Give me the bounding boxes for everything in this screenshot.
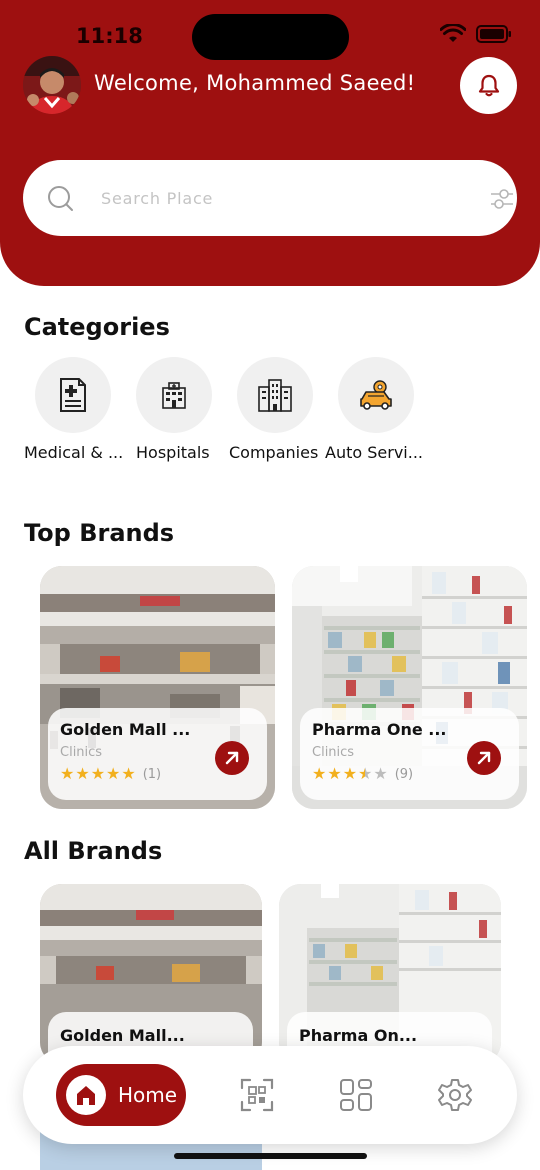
notifications-button[interactable] [460,57,517,114]
filter-sliders-icon[interactable] [489,187,515,211]
star-icon: ★ [106,764,121,783]
brand-name: Pharma One ... [312,720,447,739]
brand-name: Golden Mall ... [60,720,191,739]
star-icon: ★ [60,764,75,783]
status-time: 11:18 [76,24,143,48]
brand-category: Clinics [312,745,355,760]
search-input[interactable] [101,182,441,214]
nav-home[interactable]: Home [56,1064,186,1126]
arrow-up-right-icon [477,751,491,765]
rating: ★ ★ ★ ★ ★ (1) [60,766,161,782]
star-icon: ★ [90,764,106,783]
search-icon [48,186,73,211]
top-brand-card-pharma-one[interactable]: Pharma One ... Clinics ★ ★ ★ ★ ★ (9) [292,566,527,809]
category-companies[interactable] [237,357,313,433]
status-icons [440,24,512,44]
category-label-auto-services: Auto Servi... [325,443,423,462]
home-icon [77,1086,95,1105]
categories-title: Categories [24,313,170,341]
review-count: (1) [142,766,162,782]
category-auto-services[interactable] [338,357,414,433]
category-label-medical: Medical & ... [24,443,124,462]
nav-home-label: Home [118,1083,178,1107]
category-medical[interactable] [35,357,111,433]
bell-icon [478,74,499,96]
top-brand-card-golden-mall[interactable]: Golden Mall ... Clinics ★ ★ ★ ★ ★ (1) [40,566,275,809]
dynamic-island [192,14,349,60]
category-hospitals[interactable] [136,357,212,433]
companies-building-icon [258,379,292,412]
star-icon: ★ [121,764,136,783]
all-brand-card-pharma-one[interactable]: Pharma On... [279,884,501,1064]
settings-gear-icon[interactable] [437,1077,473,1113]
all-brand-card-golden-mall[interactable]: Golden Mall... [40,884,262,1064]
car-service-icon [360,380,392,410]
star-icon: ★ [312,764,327,783]
grid-icon[interactable] [338,1077,374,1113]
hospital-building-icon [162,382,186,409]
battery-icon [476,25,511,43]
medical-document-icon [60,378,86,412]
avatar-photo [23,56,81,114]
bottom-nav: Home [23,1046,517,1144]
open-brand-button[interactable] [467,741,501,775]
avatar[interactable] [23,56,81,114]
category-label-hospitals: Hospitals [136,443,210,462]
top-brands-title: Top Brands [24,519,175,547]
review-count: (9) [394,766,414,782]
arrow-up-right-icon [225,751,239,765]
qr-scan-icon[interactable] [239,1077,275,1113]
category-label-companies: Companies [229,443,319,462]
home-indicator [174,1153,367,1159]
brand-name: Golden Mall... [60,1026,185,1045]
wifi-icon [440,24,466,42]
home-icon-circle [66,1075,106,1115]
star-icon: ★ [342,764,358,783]
brand-name: Pharma On... [299,1026,418,1045]
open-brand-button[interactable] [215,741,249,775]
rating: ★ ★ ★ ★ ★ (9) [312,766,413,782]
half-star-icon: ★ [358,764,373,783]
search-bar[interactable] [23,160,517,236]
star-icon: ★ [373,764,388,783]
star-icon: ★ [327,764,342,783]
all-brands-title: All Brands [24,837,163,865]
star-icon: ★ [75,764,90,783]
welcome-text: Welcome, Mohammed Saeed! [94,71,416,95]
brand-category: Clinics [60,745,103,760]
